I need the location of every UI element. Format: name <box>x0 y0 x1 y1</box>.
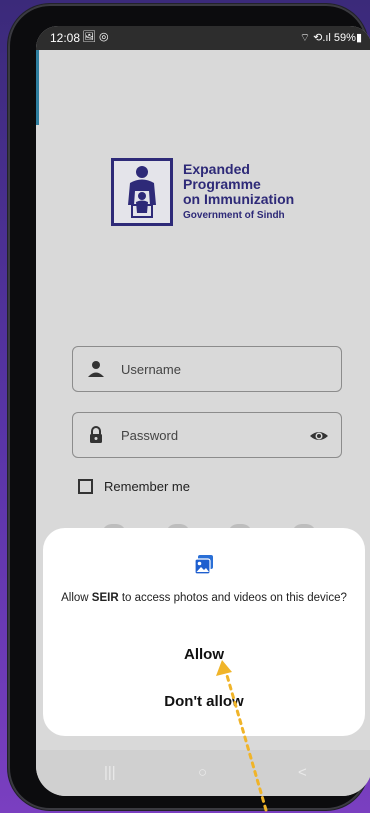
remember-checkbox[interactable] <box>78 479 93 494</box>
app-name: SEIR <box>91 592 119 604</box>
person-icon <box>88 361 104 377</box>
message-suffix: to access photos and videos on this devi… <box>118 592 347 604</box>
password-field[interactable]: Password <box>72 412 342 458</box>
notification-icons: 🖼 ◎ <box>82 31 109 43</box>
app-screen: 12:08 🖼 ◎ ⌔ ⟲.ıl 59%▮ Expanded Programme… <box>36 26 370 796</box>
accent-edge <box>36 50 39 125</box>
logo-wordmark: Expanded Programme on Immunization Gover… <box>183 162 294 223</box>
permission-message: Allow SEIR to access photos and videos o… <box>61 591 347 605</box>
allow-button[interactable]: Allow <box>103 642 305 667</box>
dont-allow-button[interactable]: Don't allow <box>103 689 305 714</box>
recents-icon[interactable]: ||| <box>104 764 116 781</box>
home-icon[interactable]: ○ <box>198 764 207 781</box>
logo-line-4: Government of Sindh <box>183 210 285 221</box>
eye-icon[interactable] <box>309 427 329 445</box>
status-right-icons: ⌔ ⟲.ıl 59%▮ <box>299 32 362 44</box>
status-bar: 12:08 🖼 ◎ ⌔ ⟲.ıl 59%▮ <box>36 26 370 50</box>
username-placeholder: Username <box>121 362 181 377</box>
message-prefix: Allow <box>61 592 92 604</box>
logo-line-1: Expanded <box>183 161 250 177</box>
phone-frame: 12:08 🖼 ◎ ⌔ ⟲.ıl 59%▮ Expanded Programme… <box>8 4 370 810</box>
password-placeholder: Password <box>121 428 179 443</box>
back-icon[interactable]: < <box>298 764 307 781</box>
epi-logo: Expanded Programme on Immunization Gover… <box>111 158 311 230</box>
photos-icon <box>194 555 213 575</box>
family-emblem-icon <box>111 158 173 226</box>
username-field[interactable]: Username <box>72 346 342 392</box>
logo-line-3: on Immunization <box>183 191 295 207</box>
permission-dialog: Allow SEIR to access photos and videos o… <box>43 528 365 736</box>
lock-icon <box>90 426 102 443</box>
remember-label: Remember me <box>104 479 190 494</box>
navigation-bar: ||| ○ < <box>36 750 370 796</box>
logo-line-2: Programme <box>183 176 261 192</box>
status-time: 12:08 <box>50 31 81 45</box>
